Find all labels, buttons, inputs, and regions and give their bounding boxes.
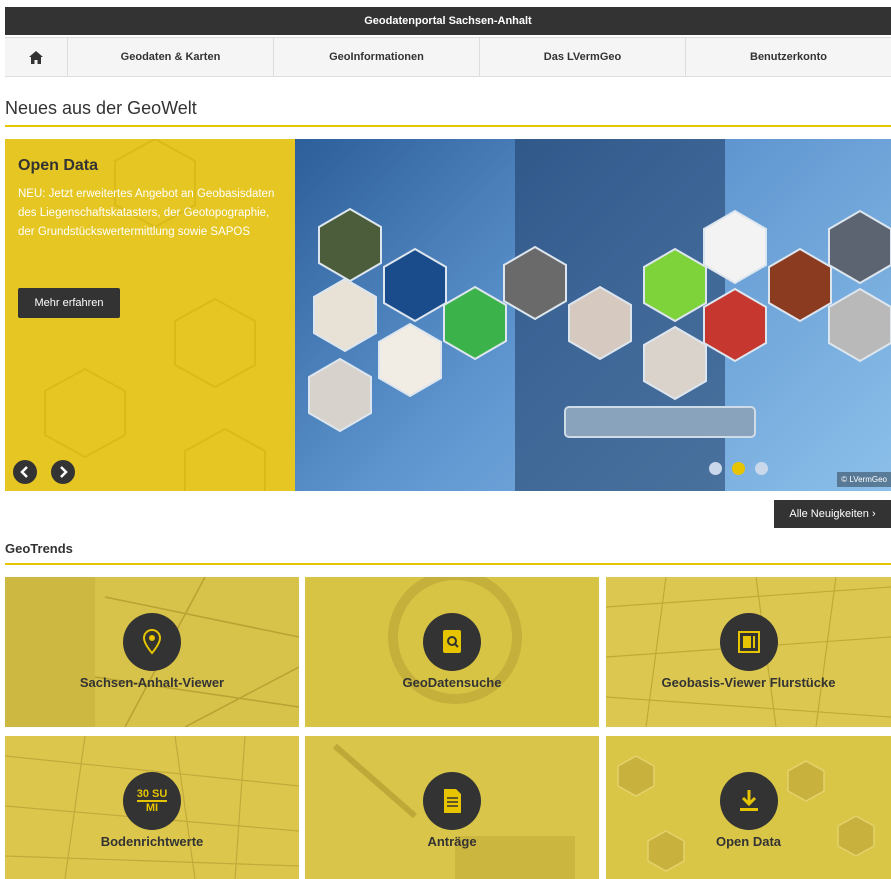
map-pin-icon [142, 628, 162, 655]
land-value-icon-top: 30 SU [136, 788, 168, 802]
tile-open-data[interactable]: Open Data [606, 736, 891, 879]
news-heading: Neues aus der GeoWelt [5, 98, 197, 118]
slide-title: Open Data [18, 157, 99, 174]
download-icon [739, 790, 758, 811]
slider-dot-1[interactable] [709, 462, 722, 475]
slider-dot-2[interactable] [732, 462, 745, 475]
chevron-left-icon [20, 466, 28, 478]
slide-text: NEU: Jetzt erweitertes Angebot an Geobas… [18, 188, 275, 238]
tile-icon-circle [423, 772, 481, 830]
news-divider [5, 125, 891, 127]
slider-next-button[interactable] [51, 460, 75, 484]
news-slider: Open Data NEU: Jetzt erweitertes Angebot… [5, 139, 891, 491]
tile-icon-circle [123, 613, 181, 671]
tile-bodenrichtwerte[interactable]: 30 SU MI Bodenrichtwerte [5, 736, 299, 879]
home-icon [29, 50, 43, 64]
tile-geobasis-viewer[interactable]: Geobasis-Viewer Flurstücke [606, 577, 891, 727]
main-nav: Geodaten & Karten GeoInformationen Das L… [5, 37, 891, 77]
nav-lvermgeo[interactable]: Das LVermGeo [480, 38, 686, 76]
slide-caption-panel: Open Data NEU: Jetzt erweitertes Angebot… [5, 139, 295, 491]
all-news-button[interactable]: Alle Neuigkeiten › [774, 500, 891, 528]
geotrends-heading: GeoTrends [5, 541, 73, 556]
tile-label: Geobasis-Viewer Flurstücke [661, 675, 836, 690]
home-button[interactable] [5, 38, 68, 76]
nav-geoinformationen[interactable]: GeoInformationen [274, 38, 480, 76]
slider-dot-3[interactable] [755, 462, 768, 475]
map-hexagons-illustration [308, 139, 891, 491]
nav-geodaten-karten[interactable]: Geodaten & Karten [68, 38, 274, 76]
portal-title: Geodatenportal Sachsen-Anhalt [364, 15, 532, 27]
tile-icon-circle [423, 613, 481, 671]
tile-label: Open Data [715, 834, 781, 849]
parcel-icon [737, 631, 760, 653]
tile-label: GeoDatensuche [402, 675, 502, 690]
land-value-icon-bottom: MI [145, 802, 159, 814]
tile-antraege[interactable]: Anträge [305, 736, 599, 879]
form-document-icon [444, 789, 461, 813]
geotrends-divider [5, 563, 891, 565]
portal-title-bar: Geodatenportal Sachsen-Anhalt [5, 7, 891, 35]
slider-pagination [709, 462, 768, 475]
document-search-icon [443, 630, 461, 653]
slide-image: © LVermGeo [295, 139, 891, 491]
tile-icon-circle [719, 613, 778, 671]
nav-benutzerkonto[interactable]: Benutzerkonto [686, 38, 891, 76]
more-info-button[interactable]: Mehr erfahren [18, 288, 120, 318]
slider-prev-button[interactable] [13, 460, 37, 484]
tile-icon-circle [719, 772, 778, 830]
tile-label: Anträge [427, 834, 477, 849]
tile-icon-circle: 30 SU MI [123, 772, 181, 830]
chevron-right-icon [60, 466, 68, 478]
tile-label: Bodenrichtwerte [100, 834, 204, 849]
tile-geodatensuche[interactable]: GeoDatensuche [305, 577, 599, 727]
tile-sachsen-anhalt-viewer[interactable]: Sachsen-Anhalt-Viewer [5, 577, 299, 727]
image-credit: © LVermGeo [837, 472, 891, 487]
tile-label: Sachsen-Anhalt-Viewer [79, 675, 225, 690]
